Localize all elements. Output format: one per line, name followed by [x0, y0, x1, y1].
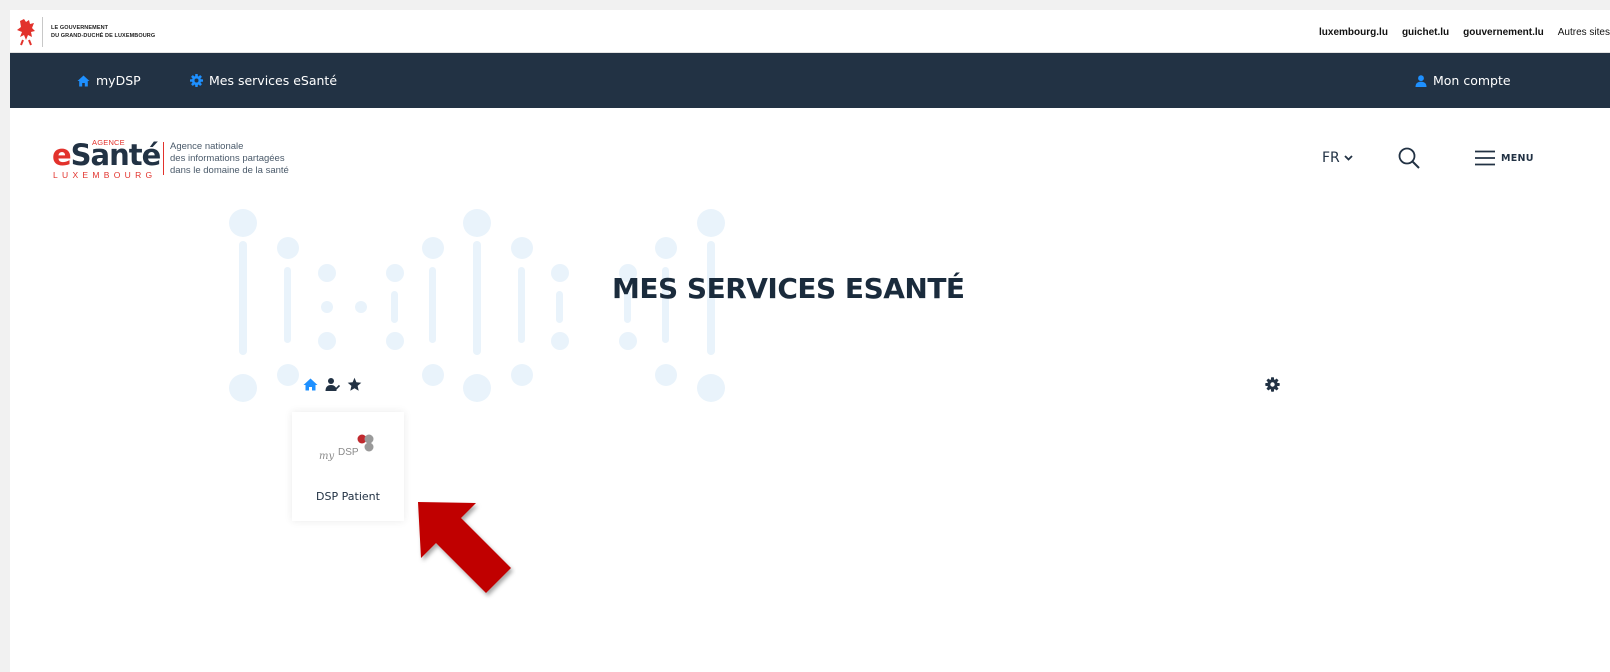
- government-name-line1: LE GOUVERNEMENT: [51, 25, 109, 31]
- settings-icon[interactable]: [1265, 377, 1280, 392]
- nav-mes-services-label: Mes services eSanté: [209, 73, 338, 88]
- logo-wordmark-e: e: [52, 138, 72, 172]
- card-logo-dsp-text: DSP: [338, 447, 359, 458]
- chevron-down-icon: [1344, 155, 1353, 161]
- luxembourg-lion-logo[interactable]: [14, 18, 38, 46]
- logo-desc-line2: des informations partagées: [170, 153, 285, 164]
- top-navigation: myDSP Mes services eSanté Mon compte: [10, 53, 1610, 108]
- mydsp-logo-icon: my DSP: [319, 434, 374, 462]
- language-label: FR: [1322, 150, 1340, 166]
- star-icon[interactable]: [347, 377, 362, 392]
- home-tab-icon[interactable]: [303, 377, 318, 392]
- logo-separator: [163, 142, 164, 175]
- page-title: MES SERVICES ESANTÉ: [612, 272, 965, 305]
- nav-mydsp-label: myDSP: [96, 73, 141, 88]
- logo-description: Agence nationale des informations partag…: [170, 141, 289, 177]
- gov-divider: [42, 17, 43, 47]
- nav-mon-compte-label: Mon compte: [1433, 73, 1511, 88]
- link-gouvernement-lu[interactable]: gouvernement.lu: [1463, 27, 1544, 38]
- nav-mon-compte[interactable]: Mon compte: [1415, 53, 1511, 108]
- logo-wordmark: eSanté: [52, 138, 162, 172]
- logo-desc-line3: dans le domaine de la santé: [170, 165, 289, 176]
- user-group-icon[interactable]: [325, 377, 340, 392]
- logo-wordmark-sante: Santé: [70, 138, 162, 172]
- menu-label: MENU: [1501, 152, 1534, 164]
- page: LE GOUVERNEMENT DU GRAND-DUCHÉ DE LUXEMB…: [10, 10, 1610, 672]
- government-name: LE GOUVERNEMENT DU GRAND-DUCHÉ DE LUXEMB…: [51, 24, 155, 40]
- nav-mes-services[interactable]: Mes services eSanté: [190, 53, 337, 108]
- service-filter-tabs: [303, 377, 362, 392]
- user-icon: [1415, 74, 1427, 87]
- search-icon[interactable]: [1397, 146, 1421, 170]
- link-guichet-lu[interactable]: guichet.lu: [1402, 27, 1449, 38]
- home-icon: [77, 75, 90, 86]
- logo-country-text: LUXEMBOURG: [53, 170, 157, 180]
- hamburger-icon: [1475, 150, 1495, 166]
- esante-logo[interactable]: AGENCE eSanté LUXEMBOURG Agence national…: [52, 138, 302, 184]
- other-sites-link[interactable]: Autres sites: [1558, 27, 1610, 38]
- nav-mydsp[interactable]: myDSP: [77, 53, 141, 108]
- gov-links: luxembourg.lu guichet.lu gouvernement.lu…: [1319, 27, 1610, 38]
- menu-button[interactable]: MENU: [1475, 150, 1534, 166]
- logo-desc-line1: Agence nationale: [170, 141, 244, 152]
- gear-icon: [190, 74, 203, 87]
- government-name-line2: DU GRAND-DUCHÉ DE LUXEMBOURG: [51, 33, 156, 39]
- service-card-dsp-patient[interactable]: my DSP DSP Patient: [292, 412, 404, 521]
- card-logo-my-text: my: [319, 451, 334, 462]
- link-luxembourg-lu[interactable]: luxembourg.lu: [1319, 27, 1388, 38]
- language-selector[interactable]: FR: [1322, 150, 1353, 166]
- government-bar: LE GOUVERNEMENT DU GRAND-DUCHÉ DE LUXEMB…: [10, 10, 1610, 53]
- service-card-label: DSP Patient: [316, 490, 380, 503]
- arrow-pointer-icon: [418, 502, 511, 593]
